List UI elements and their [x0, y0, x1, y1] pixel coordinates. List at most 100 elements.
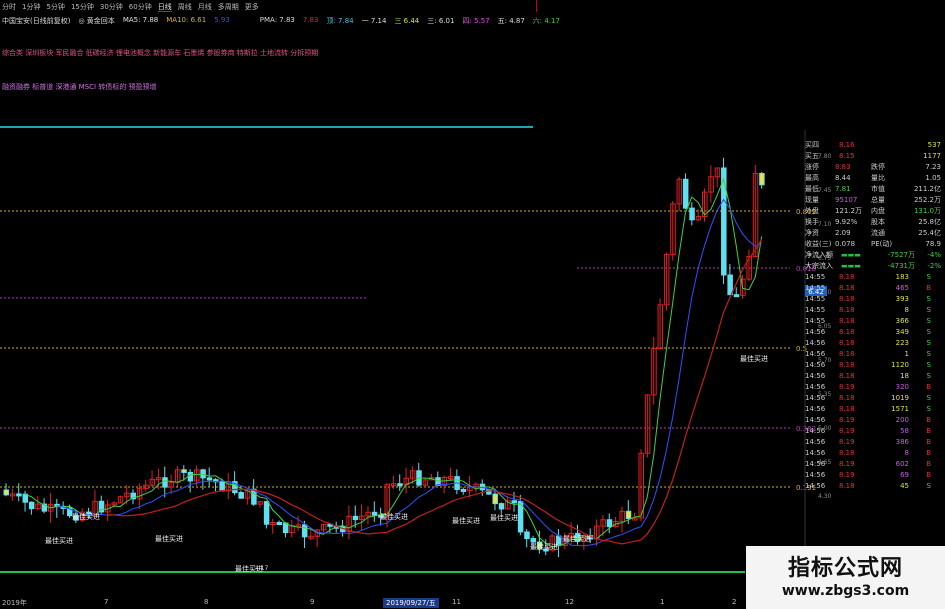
stat-value: 131.0万 [913, 207, 941, 215]
stat-value: 9.92% [835, 218, 858, 226]
stat-value: 25.4亿 [918, 229, 941, 237]
stat-row[interactable]: 现量 95107 总量 252.2万 [805, 195, 945, 206]
buy-signal-label-1: 最佳买进 [155, 534, 183, 543]
tick-time: 14:55 [805, 295, 826, 303]
tick-price: 8.19 [839, 460, 855, 468]
buy-signal-label-0: 最佳买进 [45, 536, 73, 545]
tick-volume: 183 [895, 273, 909, 281]
stat-value: 0.078 [835, 240, 856, 248]
candle-body [524, 531, 530, 540]
order-volume: 537 [927, 141, 941, 149]
candle-body [206, 477, 213, 481]
tick-row[interactable]: 14:56 8.18 1120 S [805, 360, 945, 371]
tick-row[interactable]: 14:56 8.18 8 B [805, 448, 945, 459]
tick-side: B [926, 383, 931, 391]
stat-value: 1.05 [925, 174, 941, 182]
tick-time: 14:56 [805, 471, 826, 479]
date-label-6: 12 [565, 598, 574, 606]
candlestick-chart[interactable]: 0.8090.6180.50.3820.1917.807.457.106.756… [0, 0, 945, 609]
tick-row[interactable]: 14:56 8.19 200 B [805, 415, 945, 426]
tick-row[interactable]: 14:55 8.18 366 S [805, 316, 945, 327]
flow-row[interactable]: 大宗流入 ▬▬▬ -4731万 -2% [805, 261, 945, 272]
candle-body [511, 500, 517, 504]
tick-row[interactable]: 14:56 8.18 349 S [805, 327, 945, 338]
candle-body [625, 510, 632, 520]
tick-row[interactable]: 14:55 8.18 8 S [805, 305, 945, 316]
tick-price: 8.18 [839, 295, 855, 303]
stat-row[interactable]: 换手 9.92% 股本 25.8亿 [805, 217, 945, 228]
tick-time: 14:56 [805, 383, 826, 391]
tick-row[interactable]: 14:56 8.19 58 B [805, 426, 945, 437]
flow-label: 大宗流入 [805, 262, 833, 270]
tick-side: S [926, 372, 931, 380]
stat-label: 量比 [871, 174, 885, 182]
stat-value: 8.83 [835, 163, 851, 171]
tick-row[interactable]: 14:55 8.18 393 S [805, 294, 945, 305]
candle-body [187, 471, 194, 482]
stat-label: 股本 [871, 218, 885, 226]
order-row[interactable]: 买五 8.15 1177 [805, 151, 945, 162]
price-axis-label-10: 4.30 [818, 493, 832, 500]
order-label: 买五 [805, 152, 819, 160]
stat-value: 2.09 [835, 229, 851, 237]
tick-price: 8.18 [839, 361, 855, 369]
tick-row[interactable]: 14:56 8.19 320 B [805, 382, 945, 393]
stat-value: 8.44 [835, 174, 851, 182]
date-label-3: 9 [310, 598, 315, 606]
stat-row[interactable]: 净资 2.09 流通 25.4亿 [805, 228, 945, 239]
tick-row[interactable]: 14:56 8.18 1571 S [805, 404, 945, 415]
tick-row[interactable]: 14:56 8.18 18 S [805, 371, 945, 382]
stat-label: 流通 [871, 229, 885, 237]
tick-row[interactable]: 14:56 8.18 1 S [805, 349, 945, 360]
candle-body [28, 501, 35, 510]
stat-row[interactable]: 收益(三) 0.078 PE(动) 78.9 [805, 239, 945, 250]
stat-row[interactable]: 最高 8.44 量比 1.05 [805, 173, 945, 184]
tick-row[interactable]: 14:55 8.18 465 B [805, 283, 945, 294]
ma-line-short [24, 177, 763, 548]
stat-row[interactable]: 涨停 8.83 跌停 7.23 [805, 162, 945, 173]
stat-value: 211.2亿 [913, 185, 941, 193]
tick-side: S [926, 405, 931, 413]
stat-label: 最低 [805, 185, 819, 193]
tick-side: S [926, 306, 931, 314]
candle-body [492, 493, 498, 505]
tick-price: 8.19 [839, 383, 855, 391]
candle-body [3, 489, 9, 496]
tick-side: B [926, 284, 931, 292]
tick-row[interactable]: 14:56 8.18 45 S [805, 481, 945, 492]
tick-row[interactable]: 14:56 8.19 602 B [805, 459, 945, 470]
flow-row[interactable]: 净流入额 ▬▬▬ -7527万 -4% [805, 250, 945, 261]
stat-label: PE(动) [871, 240, 893, 248]
order-row[interactable]: 买四 8.16 537 [805, 140, 945, 151]
stat-row[interactable]: 最低 7.81 市值 211.2亿 [805, 184, 945, 195]
tick-volume: 393 [895, 295, 909, 303]
tick-time: 14:56 [805, 482, 826, 490]
tick-volume: 320 [895, 383, 909, 391]
tick-side: B [926, 449, 931, 457]
stat-row[interactable]: 外盘 121.2万 内盘 131.0万 [805, 206, 945, 217]
date-label-5: 11 [452, 598, 461, 606]
buy-signal-label-4: 最佳买进 [380, 512, 408, 521]
tick-side: S [926, 295, 931, 303]
candle-body [733, 294, 740, 298]
tick-time: 14:56 [805, 339, 826, 347]
tick-row[interactable]: 14:56 8.18 1019 S [805, 393, 945, 404]
tick-row[interactable]: 14:56 8.19 386 B [805, 437, 945, 448]
stat-label: 内盘 [871, 207, 885, 215]
tick-time: 14:56 [805, 361, 826, 369]
date-label-1: 7 [104, 598, 109, 606]
flow-value: -4731万 [887, 262, 915, 270]
buy-signal-label-2: 最佳买进 [72, 512, 100, 521]
tick-row[interactable]: 14:56 8.18 223 S [805, 338, 945, 349]
stat-label: 外盘 [805, 207, 819, 215]
tick-volume: 69 [900, 471, 909, 479]
buy-signal-label-9: 最佳买进 [740, 354, 768, 363]
tick-row[interactable]: 14:56 8.19 69 B [805, 470, 945, 481]
tick-row[interactable]: 14:55 8.18 183 S [805, 272, 945, 283]
order-label: 买四 [805, 141, 819, 149]
tick-price: 8.18 [839, 317, 855, 325]
date-label-2: 8 [204, 598, 209, 606]
date-label-4: 2019/09/27/五 [383, 598, 439, 608]
buy-signal-label-6: 最佳买进 [490, 513, 518, 522]
tick-side: B [926, 416, 931, 424]
